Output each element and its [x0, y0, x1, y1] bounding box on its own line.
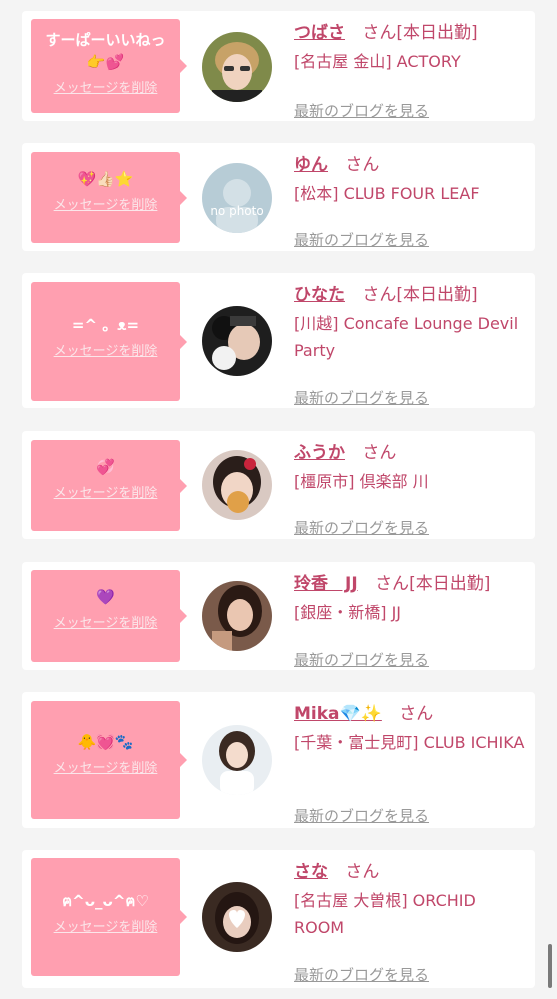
avatar[interactable]	[202, 725, 272, 795]
delete-message-link[interactable]: メッセージを削除	[31, 482, 180, 501]
message-text: 💖👍🏻⭐️	[77, 170, 134, 188]
san-label: さん	[362, 443, 397, 463]
girl-name-link[interactable]: さな	[294, 862, 328, 882]
list-item: ฅ^ᴗ_ᴗ^ฅ♡ メッセージを削除 さな さん [名古屋 大曽根] ORCHID…	[22, 850, 535, 988]
girl-name-link[interactable]: ひなた	[294, 285, 345, 305]
blog-link[interactable]: 最新のブログを見る	[294, 100, 429, 121]
girl-info: Mika💎✨ さん [千葉・富士見町] CLUB ICHIKA 最新のブログを見…	[294, 702, 530, 825]
delete-message-link[interactable]: メッセージを削除	[31, 612, 180, 631]
delete-message-link[interactable]: メッセージを削除	[31, 340, 180, 359]
avatar[interactable]	[202, 581, 272, 651]
message-text: すーぱーいいねっ 👉💕	[45, 31, 166, 71]
delete-message-link[interactable]: メッセージを削除	[31, 77, 180, 96]
list-item: すーぱーいいねっ 👉💕 メッセージを削除 つばさ さん[本日出勤] [名古屋 金…	[22, 11, 535, 121]
girl-info: さな さん [名古屋 大曽根] ORCHID ROOM 最新のブログを見る	[294, 860, 530, 984]
avatar[interactable]	[202, 450, 272, 520]
san-label: さん	[345, 155, 380, 175]
delete-message-link[interactable]: メッセージを削除	[31, 916, 180, 935]
message-bubble: すーぱーいいねっ 👉💕 メッセージを削除	[31, 19, 187, 113]
blog-link[interactable]: 最新のブログを見る	[294, 964, 429, 985]
girl-info: ひなた さん[本日出勤] [川越] Concafe Lounge Devil P…	[294, 283, 530, 407]
list-item: 🐥💓🐾 メッセージを削除 Mika💎✨ さん [千葉・富士見町] CLUB IC…	[22, 692, 535, 828]
scrollbar[interactable]	[548, 944, 552, 988]
shop-label: [千葉・富士見町] CLUB ICHIKA	[294, 733, 525, 752]
san-label: さん	[362, 285, 397, 305]
list-item: 💞 メッセージを削除 ふうか さん [橿原市] 倶楽部 川 最新のブログを見る	[22, 431, 535, 539]
san-label: さん	[375, 574, 410, 594]
shop-label: [松本] CLUB FOUR LEAF	[294, 184, 480, 203]
girl-name-link[interactable]: 玲香 JJ	[294, 574, 358, 594]
blog-link[interactable]: 最新のブログを見る	[294, 229, 429, 250]
avatar[interactable]: no photo	[202, 163, 272, 233]
girl-name-link[interactable]: つばさ	[294, 23, 345, 43]
avatar[interactable]	[202, 306, 272, 376]
message-bubble: ฅ^ᴗ_ᴗ^ฅ♡ メッセージを削除	[31, 858, 187, 976]
shop-label: [橿原市] 倶楽部 川	[294, 472, 429, 491]
no-photo-text: no photo	[210, 204, 263, 218]
girl-info: ふうか さん [橿原市] 倶楽部 川 最新のブログを見る	[294, 441, 530, 537]
shop-label: [川越] Concafe Lounge Devil Party	[294, 314, 519, 360]
shop-label: [名古屋 金山] ACTORY	[294, 52, 461, 71]
girl-info: 玲香 JJ さん[本日出勤] [銀座・新橋] JJ 最新のブログを見る	[294, 572, 530, 669]
girl-name-link[interactable]: ふうか	[294, 443, 345, 463]
san-label: さん	[345, 862, 380, 882]
list-item: 💖👍🏻⭐️ メッセージを削除 no photo ゆん さん [松本] CLUB …	[22, 143, 535, 251]
message-text: ฅ^ᴗ_ᴗ^ฅ♡	[62, 892, 149, 910]
message-text: 🐥💓🐾	[77, 733, 134, 751]
delete-message-link[interactable]: メッセージを削除	[31, 194, 180, 213]
message-bubble: 💖👍🏻⭐️ メッセージを削除	[31, 152, 187, 243]
shop-label: [名古屋 大曽根] ORCHID ROOM	[294, 891, 476, 937]
shop-label: [銀座・新橋] JJ	[294, 603, 402, 622]
blog-link[interactable]: 最新のブログを見る	[294, 517, 429, 538]
avatar[interactable]	[202, 32, 272, 102]
delete-message-link[interactable]: メッセージを削除	[31, 757, 180, 776]
girl-name-link[interactable]: ゆん	[294, 155, 328, 175]
san-label: さん	[362, 23, 397, 43]
today-badge: [本日出勤]	[396, 23, 478, 43]
message-text: 💞	[96, 458, 115, 476]
message-text: =^ 。ᴥ=	[71, 316, 140, 334]
message-bubble: 💞 メッセージを削除	[31, 440, 187, 531]
message-bubble: 🐥💓🐾 メッセージを削除	[31, 701, 187, 819]
blog-link[interactable]: 最新のブログを見る	[294, 387, 429, 408]
list-item: 💜 メッセージを削除 玲香 JJ さん[本日出勤] [銀座・新橋] JJ 最新の…	[22, 562, 535, 670]
blog-link[interactable]: 最新のブログを見る	[294, 805, 429, 826]
avatar[interactable]	[202, 882, 272, 952]
blog-link[interactable]: 最新のブログを見る	[294, 649, 429, 670]
girl-name-link[interactable]: Mika💎✨	[294, 704, 382, 724]
list-item: =^ 。ᴥ= メッセージを削除 ひなた さん[本日出勤] [川越] Concaf…	[22, 273, 535, 408]
san-label: さん	[399, 704, 434, 724]
message-bubble: 💜 メッセージを削除	[31, 570, 187, 662]
message-text: 💜	[96, 588, 115, 606]
girl-info: ゆん さん [松本] CLUB FOUR LEAF 最新のブログを見る	[294, 153, 530, 249]
message-bubble: =^ 。ᴥ= メッセージを削除	[31, 282, 187, 401]
girl-info: つばさ さん[本日出勤] [名古屋 金山] ACTORY 最新のブログを見る	[294, 21, 530, 120]
today-badge: [本日出勤]	[396, 285, 478, 305]
today-badge: [本日出勤]	[409, 574, 491, 594]
